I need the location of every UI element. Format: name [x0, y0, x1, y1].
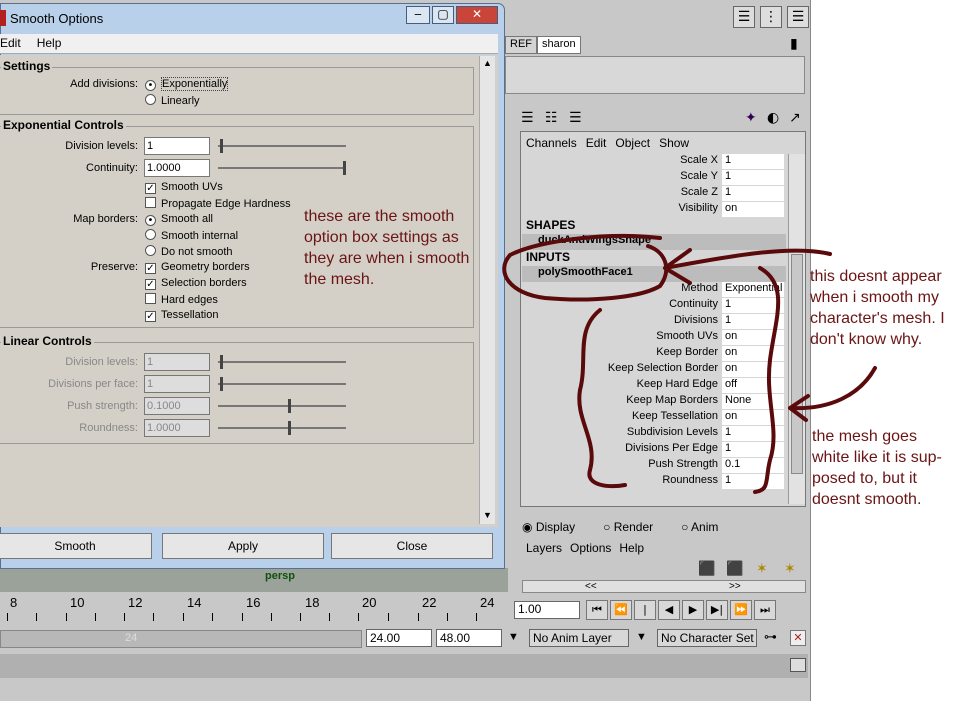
circle-scribble: [502, 233, 669, 302]
right-bracket-scribble: [753, 266, 781, 494]
annotation-note-white: the mesh goes white like it is sup-posed…: [812, 428, 942, 508]
annotation-note-missing: this doesnt appear when i smooth my char…: [810, 268, 945, 348]
arrow-2-scribble: [788, 366, 877, 422]
annotation-note-options: these are the smooth option box settings…: [304, 208, 470, 288]
annotation-scribbles: [502, 233, 877, 494]
arrow-scribble: [663, 248, 832, 285]
left-bracket-scribble: [577, 308, 627, 489]
